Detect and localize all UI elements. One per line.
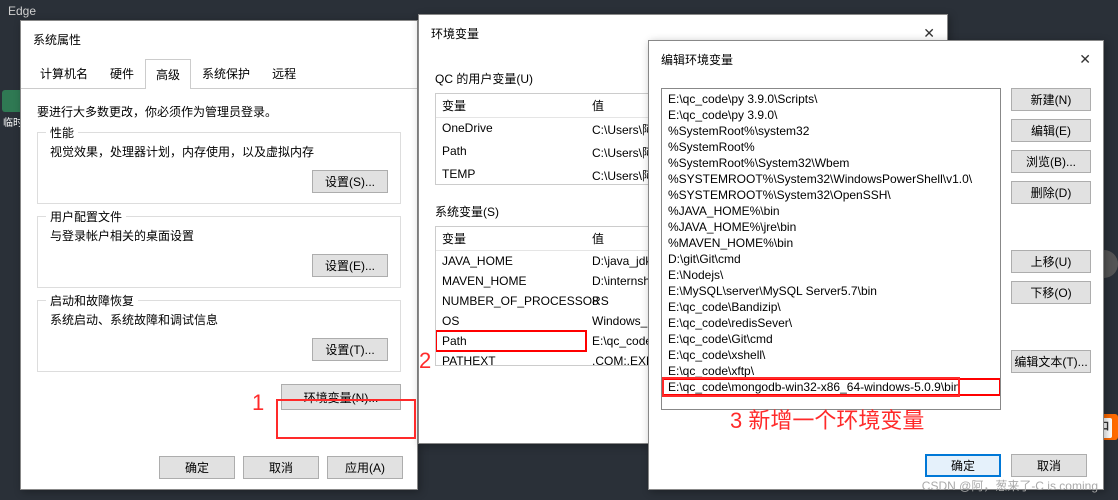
list-item[interactable]: %SystemRoot% [662,139,1000,155]
ok-button[interactable]: 确定 [925,454,1001,477]
environment-variables-button[interactable]: 环境变量(N)... [281,384,401,410]
group-desc: 视觉效果，处理器计划，内存使用，以及虚拟内存 [50,143,388,160]
col-var: 变量 [436,227,586,250]
tab-bar: 计算机名 硬件 高级 系统保护 远程 [21,58,417,89]
apply-button[interactable]: 应用(A) [327,456,403,479]
edit-text-button[interactable]: 编辑文本(T)... [1011,350,1091,373]
performance-group: 性能 视觉效果，处理器计划，内存使用，以及虚拟内存 设置(S)... [37,132,401,204]
list-item[interactable]: %SystemRoot%\system32 [662,123,1000,139]
new-button[interactable]: 新建(N) [1011,88,1091,111]
list-item[interactable]: D:\git\Git\cmd [662,251,1000,267]
list-item[interactable]: E:\qc_code\py 3.9.0\Scripts\ [662,91,1000,107]
startup-settings-button[interactable]: 设置(T)... [312,338,388,361]
dialog-title: 系统属性 [21,21,417,58]
tab-remote[interactable]: 远程 [261,58,307,88]
edit-env-variable-dialog: 编辑环境变量 ✕ E:\qc_code\py 3.9.0\Scripts\E:\… [648,40,1104,490]
path-listbox[interactable]: E:\qc_code\py 3.9.0\Scripts\E:\qc_code\p… [661,88,1001,410]
edit-button[interactable]: 编辑(E) [1011,119,1091,142]
list-item[interactable]: %SystemRoot%\System32\Wbem [662,155,1000,171]
list-item[interactable]: E:\MySQL\server\MySQL Server5.7\bin [662,283,1000,299]
list-item[interactable]: E:\qc_code\xftp\ [662,363,1000,379]
taskbar-edge-label: Edge [0,0,44,22]
ok-button[interactable]: 确定 [159,456,235,479]
move-down-button[interactable]: 下移(O) [1011,281,1091,304]
tab-hardware[interactable]: 硬件 [99,58,145,88]
admin-note: 要进行大多数更改，你必须作为管理员登录。 [37,103,401,120]
watermark: CSDN @阿，葱来了-C is coming [922,477,1098,494]
cancel-button[interactable]: 取消 [243,456,319,479]
tab-computer-name[interactable]: 计算机名 [29,58,99,88]
dialog-title: 编辑环境变量 [649,41,1103,78]
startup-group: 启动和故障恢复 系统启动、系统故障和调试信息 设置(T)... [37,300,401,372]
profile-settings-button[interactable]: 设置(E)... [312,254,388,277]
tab-advanced[interactable]: 高级 [145,59,191,89]
move-up-button[interactable]: 上移(U) [1011,250,1091,273]
list-item[interactable]: E:\qc_code\mongodb-win32-x86_64-windows-… [662,379,1000,395]
list-item[interactable]: %JAVA_HOME%\jre\bin [662,219,1000,235]
list-item[interactable]: %JAVA_HOME%\bin [662,203,1000,219]
group-title: 用户配置文件 [46,208,126,225]
list-item[interactable]: %SYSTEMROOT%\System32\WindowsPowerShell\… [662,171,1000,187]
group-title: 性能 [46,124,78,141]
cancel-button[interactable]: 取消 [1011,454,1087,477]
group-desc: 系统启动、系统故障和调试信息 [50,311,388,328]
list-item[interactable]: E:\qc_code\Git\cmd [662,331,1000,347]
delete-button[interactable]: 删除(D) [1011,181,1091,204]
perf-settings-button[interactable]: 设置(S)... [312,170,388,193]
close-icon[interactable]: ✕ [1079,51,1091,68]
list-item[interactable]: E:\qc_code\py 3.9.0\ [662,107,1000,123]
list-item[interactable]: E:\qc_code\Bandizip\ [662,299,1000,315]
group-desc: 与登录帐户相关的桌面设置 [50,227,388,244]
col-var: 变量 [436,94,586,117]
list-item[interactable]: E:\qc_code\xshell\ [662,347,1000,363]
group-title: 启动和故障恢复 [46,292,138,309]
list-item[interactable]: %MAVEN_HOME%\bin [662,235,1000,251]
browse-button[interactable]: 浏览(B)... [1011,150,1091,173]
list-item[interactable]: %SYSTEMROOT%\System32\OpenSSH\ [662,187,1000,203]
user-profile-group: 用户配置文件 与登录帐户相关的桌面设置 设置(E)... [37,216,401,288]
list-item[interactable]: E:\Nodejs\ [662,267,1000,283]
tab-system-protection[interactable]: 系统保护 [191,58,261,88]
list-item[interactable]: E:\qc_code\redisSever\ [662,315,1000,331]
system-properties-dialog: 系统属性 计算机名 硬件 高级 系统保护 远程 要进行大多数更改，你必须作为管理… [20,20,418,490]
